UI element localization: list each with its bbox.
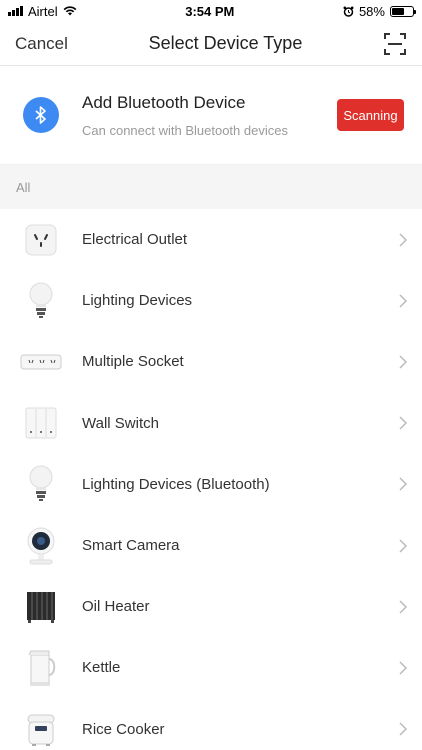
- device-item-smart-camera[interactable]: Smart Camera: [0, 514, 422, 577]
- device-label: Multiple Socket: [82, 353, 184, 371]
- rice-cooker-icon: [20, 708, 62, 750]
- wifi-icon: [63, 6, 77, 16]
- battery-percent: 58%: [358, 3, 385, 19]
- chevron-right-icon: [399, 416, 408, 430]
- chevron-right-icon: [399, 294, 408, 308]
- device-item-oil-heater[interactable]: Oil Heater: [0, 576, 422, 638]
- device-label: Oil Heater: [82, 598, 150, 616]
- device-item-wall-switch[interactable]: Wall Switch: [0, 392, 422, 454]
- add-bluetooth-device-row[interactable]: Add Bluetooth Device Can connect with Bl…: [0, 66, 422, 165]
- carrier-name: Airtel: [28, 3, 58, 19]
- chevron-right-icon: [399, 355, 408, 369]
- scan-icon[interactable]: [383, 32, 407, 56]
- power-strip-icon: [20, 341, 62, 383]
- device-label: Lighting Devices (Bluetooth): [82, 475, 270, 493]
- chevron-right-icon: [399, 233, 408, 247]
- device-item-multiple-socket[interactable]: Multiple Socket: [0, 331, 422, 393]
- device-label: Electrical Outlet: [82, 231, 188, 249]
- device-item-kettle[interactable]: Kettle: [0, 637, 422, 699]
- device-item-electrical-outlet[interactable]: Electrical Outlet: [0, 209, 422, 271]
- device-item-lighting-devices[interactable]: Lighting Devices: [0, 270, 422, 332]
- bulb-icon: [20, 463, 62, 505]
- device-type-list: Electrical Outlet Lighting Devices Multi…: [0, 209, 422, 750]
- chevron-right-icon: [399, 661, 408, 675]
- signal-icon: [8, 6, 23, 16]
- device-item-lighting-devices-bluetooth[interactable]: Lighting Devices (Bluetooth): [0, 453, 422, 515]
- status-bar-right: 58%: [343, 3, 416, 19]
- chevron-right-icon: [399, 539, 408, 553]
- section-header-all: All: [0, 165, 422, 209]
- device-label: Rice Cooker: [82, 720, 165, 738]
- status-bar: Airtel 3:54 PM 58%: [0, 0, 422, 22]
- bluetooth-subtitle: Can connect with Bluetooth devices: [82, 122, 288, 138]
- navigation-bar: Cancel Select Device Type: [0, 22, 422, 66]
- bulb-icon: [20, 280, 62, 322]
- bluetooth-title: Add Bluetooth Device: [82, 92, 246, 112]
- device-label: Smart Camera: [82, 537, 180, 555]
- device-label: Wall Switch: [82, 414, 159, 432]
- chevron-right-icon: [399, 477, 408, 491]
- device-item-rice-cooker[interactable]: Rice Cooker: [0, 698, 422, 750]
- page-title: Select Device Type: [148, 33, 303, 53]
- battery-icon: [389, 5, 416, 17]
- status-bar-left: Airtel: [8, 4, 77, 19]
- bluetooth-icon: [23, 97, 59, 133]
- status-time: 3:54 PM: [185, 3, 235, 19]
- cancel-button[interactable]: Cancel: [15, 34, 68, 54]
- bluetooth-text: Add Bluetooth Device Can connect with Bl…: [82, 93, 337, 138]
- chevron-right-icon: [399, 600, 408, 614]
- camera-icon: [20, 525, 62, 567]
- device-label: Lighting Devices: [82, 292, 193, 310]
- device-label: Kettle: [82, 659, 121, 677]
- outlet-icon: [20, 219, 62, 261]
- wall-switch-icon: [20, 402, 62, 444]
- kettle-icon: [20, 647, 62, 689]
- chevron-right-icon: [399, 722, 408, 736]
- heater-icon: [20, 586, 62, 628]
- alarm-icon: [343, 6, 354, 17]
- scanning-button[interactable]: Scanning: [337, 99, 404, 131]
